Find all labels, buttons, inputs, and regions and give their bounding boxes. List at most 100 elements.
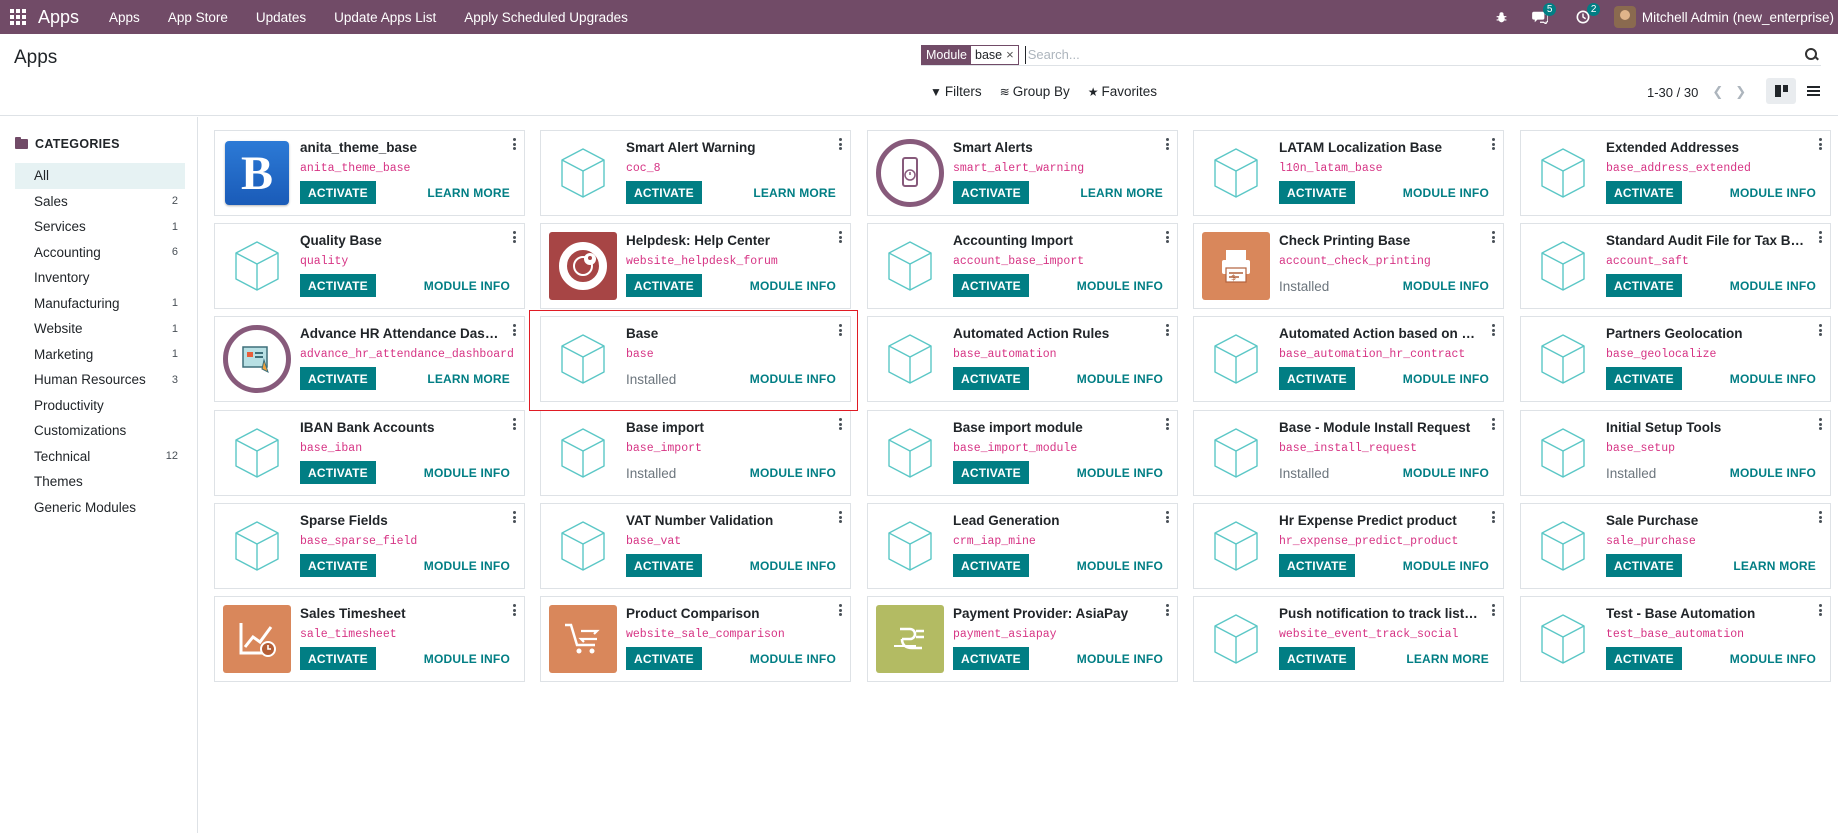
group-by-button[interactable]: ≋ Group By [1000, 84, 1070, 99]
card-menu-icon[interactable] [1817, 417, 1823, 431]
card-menu-icon[interactable] [1164, 137, 1170, 151]
search-facet[interactable]: Module base × [921, 44, 1019, 65]
app-card-base-iban[interactable]: IBAN Bank Accounts base_iban ACTIVATE MOD… [214, 410, 525, 496]
app-card-advance-hr-attendance-dashboard[interactable]: Advance HR Attendance Dashboard advance_… [214, 316, 525, 402]
category-item-productivity[interactable]: Productivity [15, 393, 185, 419]
category-item-generic-modules[interactable]: Generic Modules [15, 495, 185, 521]
activate-button[interactable]: ACTIVATE [953, 274, 1029, 297]
module-info-button[interactable]: MODULE INFO [1403, 559, 1489, 573]
navbar-brand[interactable]: Apps [38, 7, 79, 28]
learn-more-button[interactable]: LEARN MORE [1080, 186, 1163, 200]
module-info-button[interactable]: MODULE INFO [424, 466, 510, 480]
card-menu-icon[interactable] [837, 137, 843, 151]
card-menu-icon[interactable] [511, 603, 517, 617]
module-info-button[interactable]: MODULE INFO [750, 652, 836, 666]
app-card-crm-iap-mine[interactable]: Lead Generation crm_iap_mine ACTIVATE MOD… [867, 503, 1178, 589]
debug-bug-icon[interactable] [1495, 11, 1508, 24]
activate-button[interactable]: ACTIVATE [1279, 181, 1355, 204]
module-info-button[interactable]: MODULE INFO [1730, 652, 1816, 666]
learn-more-button[interactable]: LEARN MORE [1406, 652, 1489, 666]
activate-button[interactable]: ACTIVATE [300, 367, 376, 390]
app-card-account-saft[interactable]: Standard Audit File for Tax Base module … [1520, 223, 1831, 309]
menu-updates[interactable]: Updates [242, 10, 320, 25]
learn-more-button[interactable]: LEARN MORE [427, 186, 510, 200]
activate-button[interactable]: ACTIVATE [1279, 367, 1355, 390]
module-info-button[interactable]: MODULE INFO [424, 652, 510, 666]
module-info-button[interactable]: MODULE INFO [424, 559, 510, 573]
activities-clock-icon[interactable]: 2 [1576, 3, 1601, 24]
module-info-button[interactable]: MODULE INFO [1403, 279, 1489, 293]
messages-icon[interactable]: 5 [1532, 3, 1557, 24]
menu-apply-scheduled-upgrades[interactable]: Apply Scheduled Upgrades [450, 10, 642, 25]
activate-button[interactable]: ACTIVATE [953, 461, 1029, 484]
app-card-account-check-printing[interactable]: $ Check Printing Base account_check_prin… [1193, 223, 1504, 309]
app-card-account-base-import[interactable]: Accounting Import account_base_import AC… [867, 223, 1178, 309]
activate-button[interactable]: ACTIVATE [953, 181, 1029, 204]
activate-button[interactable]: ACTIVATE [1279, 554, 1355, 577]
card-menu-icon[interactable] [1164, 323, 1170, 337]
app-card-website-event-track-social[interactable]: Push notification to track listeners web… [1193, 596, 1504, 682]
module-info-button[interactable]: MODULE INFO [1403, 186, 1489, 200]
module-info-button[interactable]: MODULE INFO [750, 466, 836, 480]
app-card-test-base-automation[interactable]: Test - Base Automation test_base_automat… [1520, 596, 1831, 682]
card-menu-icon[interactable] [1164, 417, 1170, 431]
card-menu-icon[interactable] [511, 510, 517, 524]
app-card-website-sale-comparison[interactable]: Product Comparison website_sale_comparis… [540, 596, 851, 682]
category-item-customizations[interactable]: Customizations [15, 418, 185, 444]
module-info-button[interactable]: MODULE INFO [750, 372, 836, 386]
category-item-sales[interactable]: Sales 2 [15, 189, 185, 215]
card-menu-icon[interactable] [1817, 510, 1823, 524]
card-menu-icon[interactable] [1490, 230, 1496, 244]
category-item-accounting[interactable]: Accounting 6 [15, 240, 185, 266]
category-item-manufacturing[interactable]: Manufacturing 1 [15, 291, 185, 317]
module-info-button[interactable]: MODULE INFO [1077, 652, 1163, 666]
module-info-button[interactable]: MODULE INFO [1403, 372, 1489, 386]
learn-more-button[interactable]: LEARN MORE [753, 186, 836, 200]
card-menu-icon[interactable] [511, 417, 517, 431]
activate-button[interactable]: ACTIVATE [953, 554, 1029, 577]
search-icon[interactable] [1803, 47, 1819, 63]
card-menu-icon[interactable] [837, 417, 843, 431]
pager-next-icon[interactable]: ❯ [1735, 84, 1746, 100]
module-info-button[interactable]: MODULE INFO [1403, 466, 1489, 480]
card-menu-icon[interactable] [511, 230, 517, 244]
app-card-base-import-module[interactable]: Base import module base_import_module AC… [867, 410, 1178, 496]
menu-apps[interactable]: Apps [95, 10, 154, 25]
activate-button[interactable]: ACTIVATE [953, 367, 1029, 390]
app-card-base-vat[interactable]: VAT Number Validation base_vat ACTIVATE M… [540, 503, 851, 589]
activate-button[interactable]: ACTIVATE [300, 274, 376, 297]
category-item-website[interactable]: Website 1 [15, 316, 185, 342]
menu-update-apps-list[interactable]: Update Apps List [320, 10, 450, 25]
activate-button[interactable]: ACTIVATE [1606, 367, 1682, 390]
module-info-button[interactable]: MODULE INFO [750, 559, 836, 573]
app-card-base-setup[interactable]: Initial Setup Tools base_setup Installed… [1520, 410, 1831, 496]
app-card-anita-theme-base[interactable]: B anita_theme_base anita_theme_base ACTI… [214, 130, 525, 216]
category-item-human-resources[interactable]: Human Resources 3 [15, 367, 185, 393]
activate-button[interactable]: ACTIVATE [1606, 274, 1682, 297]
activate-button[interactable]: ACTIVATE [626, 647, 702, 670]
card-menu-icon[interactable] [1817, 137, 1823, 151]
user-menu[interactable]: Mitchell Admin (new_enterprise) [1642, 10, 1834, 25]
card-menu-icon[interactable] [1490, 417, 1496, 431]
card-menu-icon[interactable] [837, 230, 843, 244]
module-info-button[interactable]: MODULE INFO [1730, 466, 1816, 480]
card-menu-icon[interactable] [1490, 137, 1496, 151]
module-info-button[interactable]: MODULE INFO [424, 279, 510, 293]
category-item-services[interactable]: Services 1 [15, 214, 185, 240]
card-menu-icon[interactable] [1817, 603, 1823, 617]
category-item-technical[interactable]: Technical 12 [15, 444, 185, 470]
activate-button[interactable]: ACTIVATE [1606, 647, 1682, 670]
pager-previous-icon[interactable]: ❮ [1712, 84, 1723, 100]
avatar[interactable] [1613, 6, 1636, 28]
card-menu-icon[interactable] [1164, 603, 1170, 617]
card-menu-icon[interactable] [1817, 230, 1823, 244]
card-menu-icon[interactable] [1817, 323, 1823, 337]
pager-value[interactable]: 1-30 / 30 [1647, 85, 1698, 100]
app-card-base-geolocalize[interactable]: Partners Geolocation base_geolocalize AC… [1520, 316, 1831, 402]
learn-more-button[interactable]: LEARN MORE [1733, 559, 1816, 573]
activate-button[interactable]: ACTIVATE [626, 274, 702, 297]
card-menu-icon[interactable] [837, 323, 843, 337]
activate-button[interactable]: ACTIVATE [1606, 554, 1682, 577]
app-card-base[interactable]: Base base Installed MODULE INFO [540, 316, 851, 402]
activate-button[interactable]: ACTIVATE [300, 181, 376, 204]
